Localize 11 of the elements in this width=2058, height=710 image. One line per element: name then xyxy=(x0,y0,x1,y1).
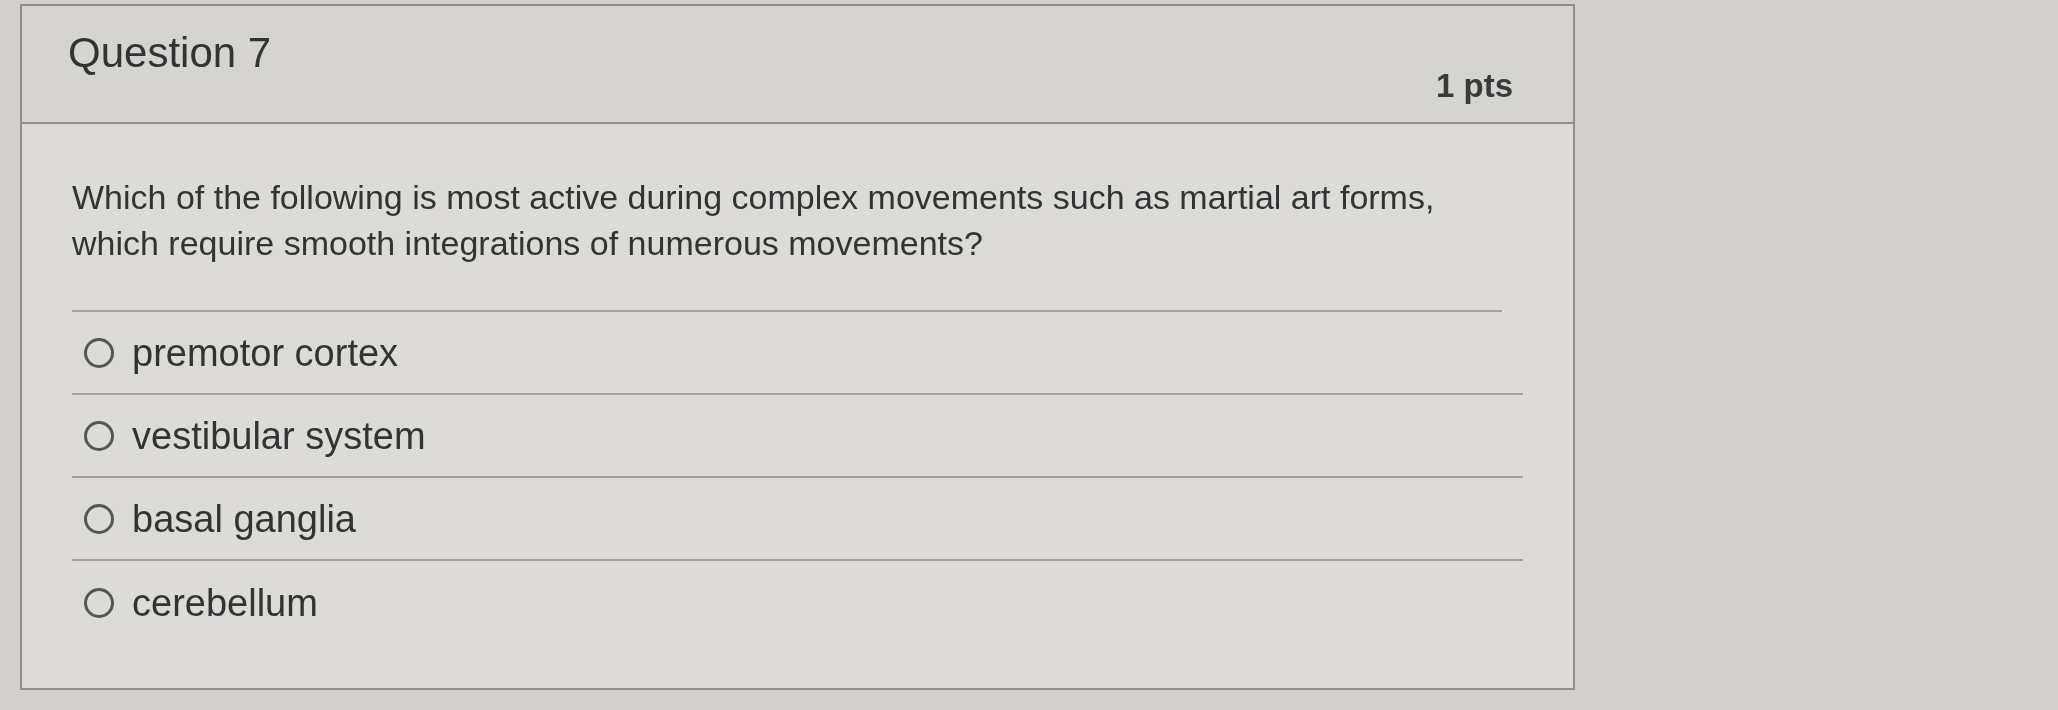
answer-label: basal ganglia xyxy=(132,496,356,542)
question-points: 1 pts xyxy=(1435,66,1513,106)
radio-button[interactable] xyxy=(84,420,114,451)
radio-button[interactable] xyxy=(84,337,114,368)
answer-label: premotor cortex xyxy=(132,330,399,376)
question-title: Question 7 xyxy=(68,28,272,78)
question-text: Which of the following is most active during complex movements such as martial art forms, which require smooth integrations of numerous movements? xyxy=(72,174,1502,312)
radio-button[interactable] xyxy=(84,587,114,618)
radio-button[interactable] xyxy=(84,503,114,534)
answer-label: cerebellum xyxy=(132,580,318,626)
answer-label: vestibular system xyxy=(132,413,426,459)
